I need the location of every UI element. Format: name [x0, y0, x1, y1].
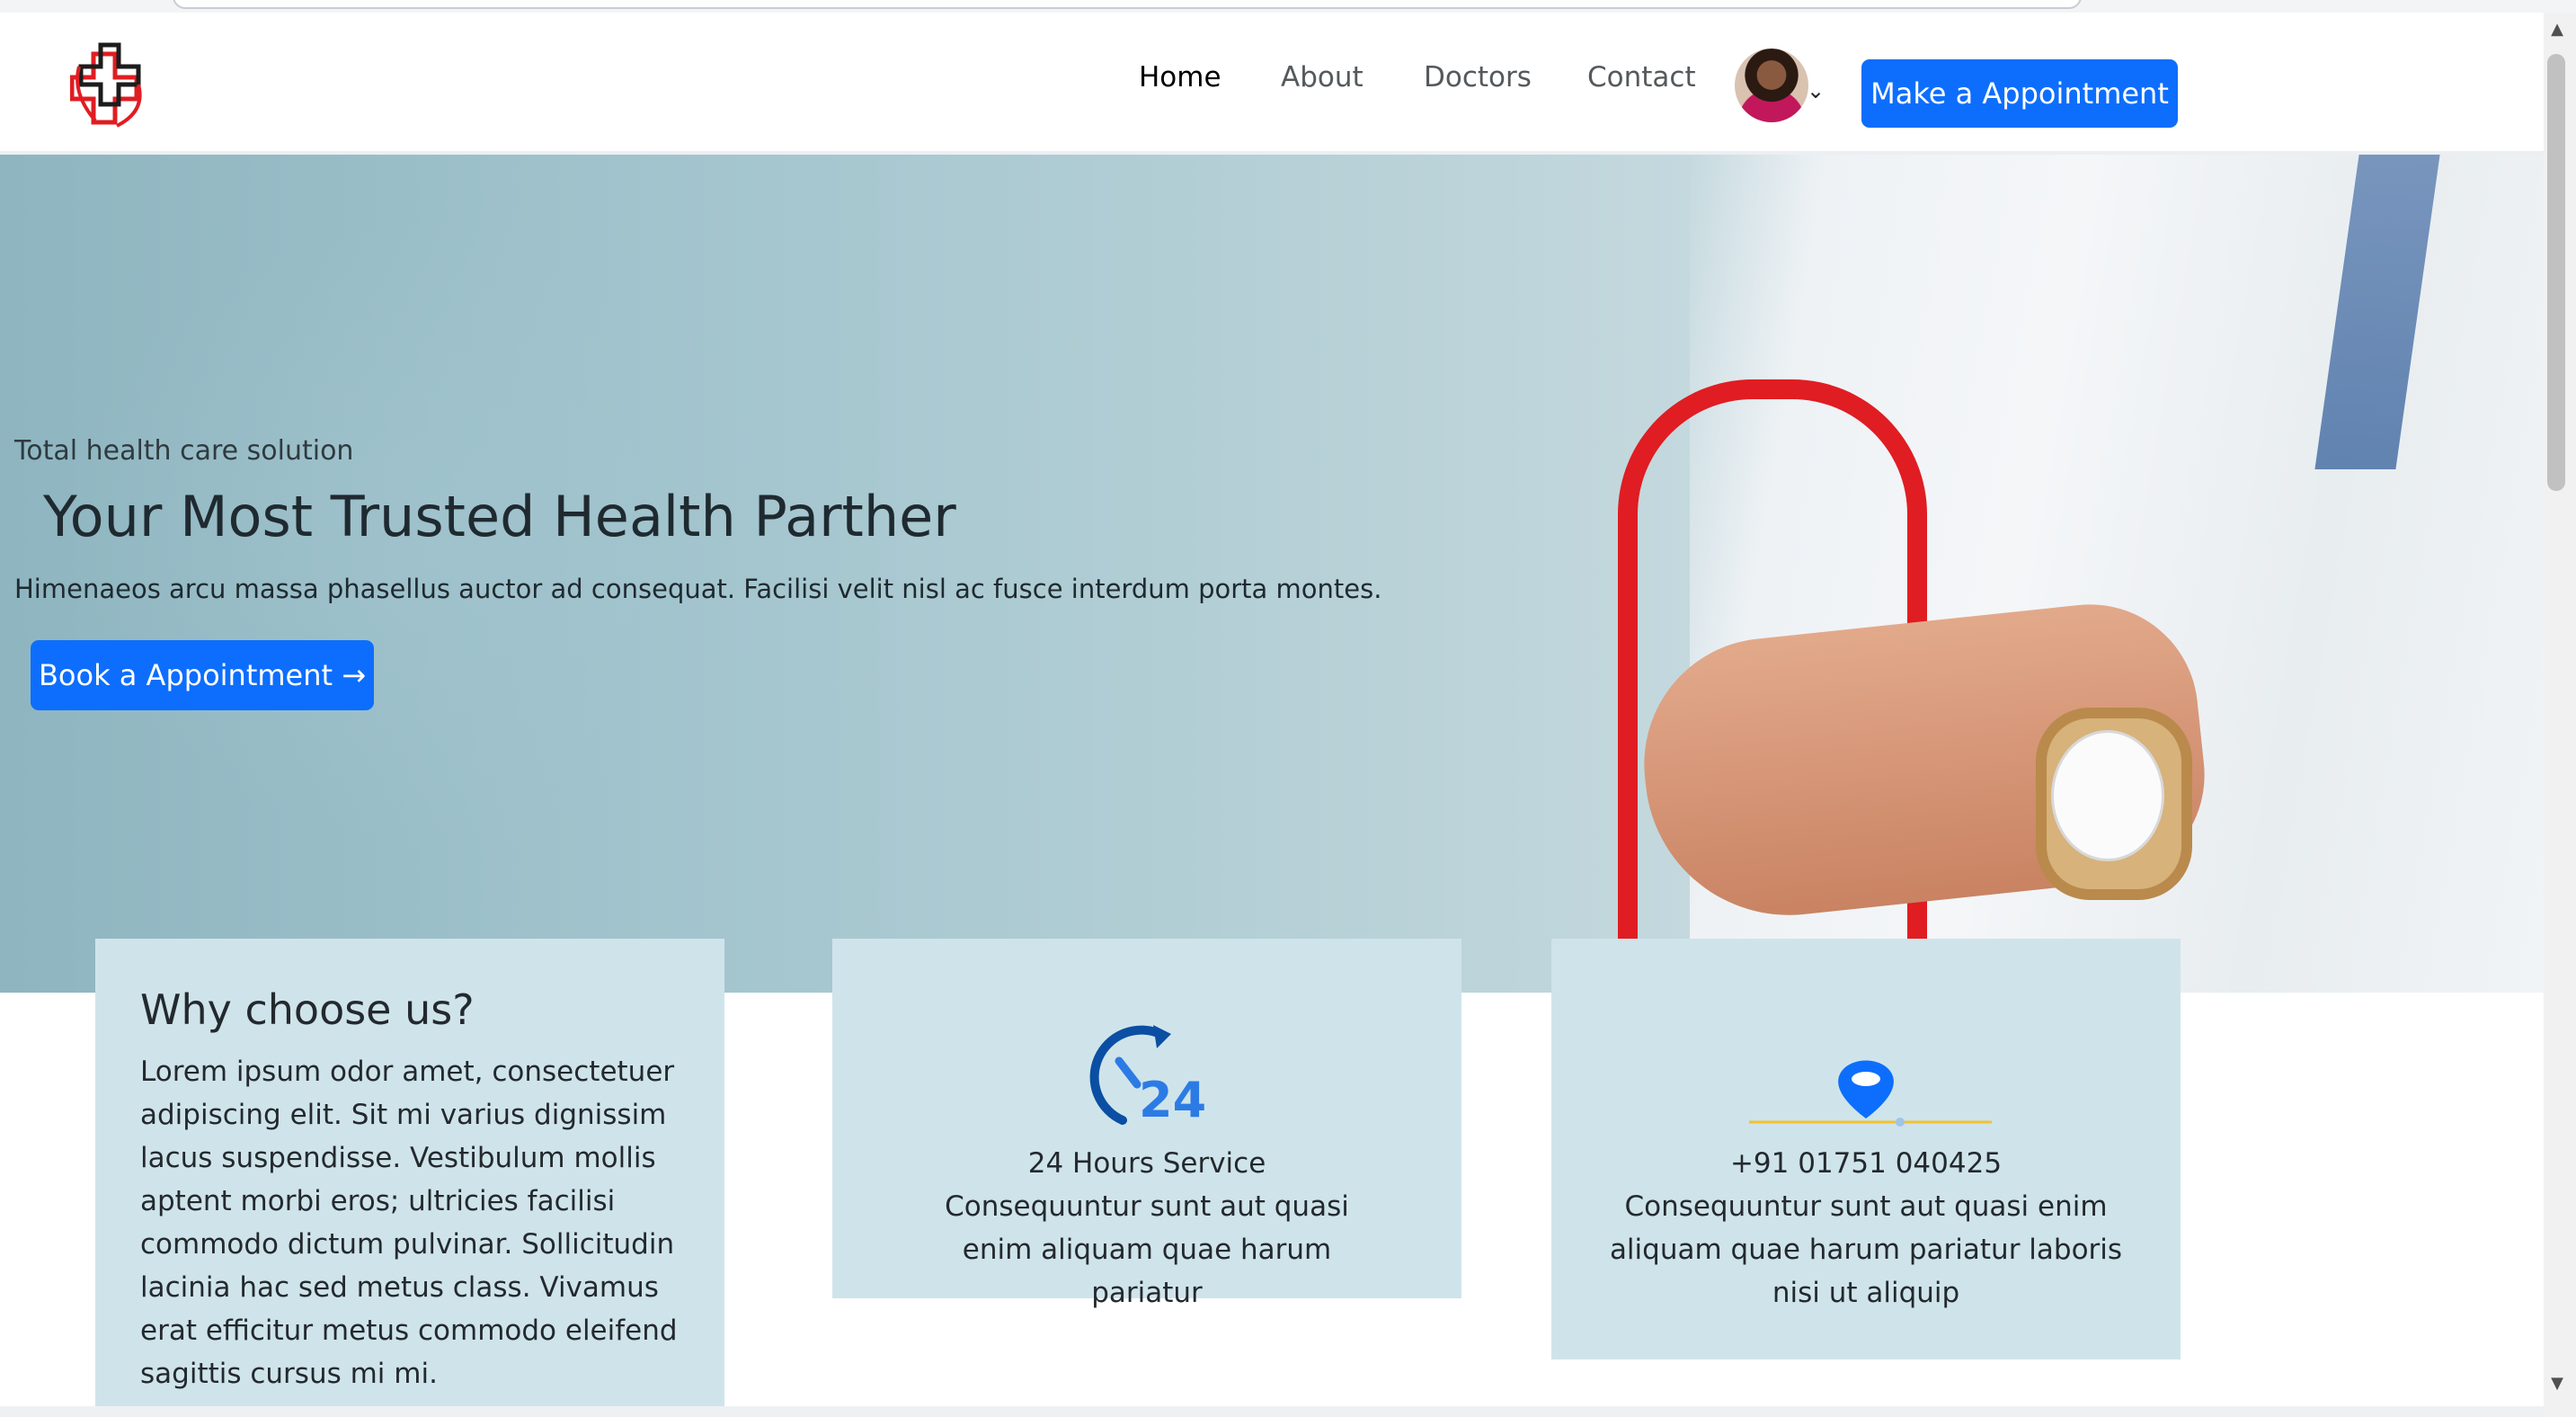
watch-face-image	[2051, 730, 2164, 861]
24-hours-icon: 24	[1089, 1025, 1206, 1128]
svg-text:24: 24	[1139, 1072, 1206, 1128]
make-appointment-button[interactable]: Make a Appointment	[1861, 59, 2178, 128]
navbar: Home About Doctors Contact ⌄ Make a Appo…	[0, 13, 2544, 155]
hero-subtitle: Total health care solution	[14, 435, 354, 467]
phone-number: +91 01751 040425	[1729, 1147, 2003, 1180]
user-avatar[interactable]	[1735, 49, 1808, 122]
scroll-up-arrow-icon[interactable]: ▲	[2547, 20, 2567, 40]
location-pin-icon	[1749, 1060, 1992, 1127]
chevron-down-icon[interactable]: ⌄	[1807, 80, 1826, 102]
hero-banner: Total health care solution Your Most Tru…	[0, 155, 2544, 993]
service-card: 24 24 Hours Service Consequuntur sunt au…	[832, 939, 1461, 1309]
book-appointment-button[interactable]: Book a Appointment →	[31, 640, 374, 710]
why-choose-us-title: Why choose us?	[140, 985, 475, 1034]
why-choose-us-text: Lorem ipsum odor amet, consectetuer adip…	[140, 1056, 678, 1390]
nav-link-home[interactable]: Home	[1139, 61, 1221, 94]
browser-bottom-strip	[0, 1406, 2544, 1417]
page: Home About Doctors Contact ⌄ Make a Appo…	[0, 0, 2576, 1417]
hospital-cross-logo-icon[interactable]	[70, 40, 146, 133]
nav-link-contact[interactable]: Contact	[1587, 61, 1696, 94]
why-choose-us-card: Why choose us? Lorem ipsum odor amet, co…	[95, 939, 724, 1417]
nav-link-about[interactable]: About	[1281, 61, 1364, 94]
browser-top-strip	[0, 0, 2576, 13]
nav-link-doctors[interactable]: Doctors	[1424, 61, 1532, 94]
service-title: 24 Hours Service	[1027, 1147, 1266, 1180]
contact-card: +91 01751 040425 Consequuntur sunt aut q…	[1551, 939, 2181, 1359]
hero-title: Your Most Trusted Health Parther	[43, 484, 956, 549]
service-text: Consequuntur sunt aut quasi enim aliquam…	[945, 1190, 1349, 1309]
contact-text: Consequuntur sunt aut quasi enim aliquam…	[1609, 1190, 2123, 1309]
scrollbar-thumb[interactable]	[2547, 54, 2565, 491]
address-bar[interactable]	[173, 0, 2082, 9]
scroll-down-arrow-icon[interactable]: ▼	[2547, 1374, 2567, 1394]
hero-description: Himenaeos arcu massa phasellus auctor ad…	[14, 574, 1382, 604]
